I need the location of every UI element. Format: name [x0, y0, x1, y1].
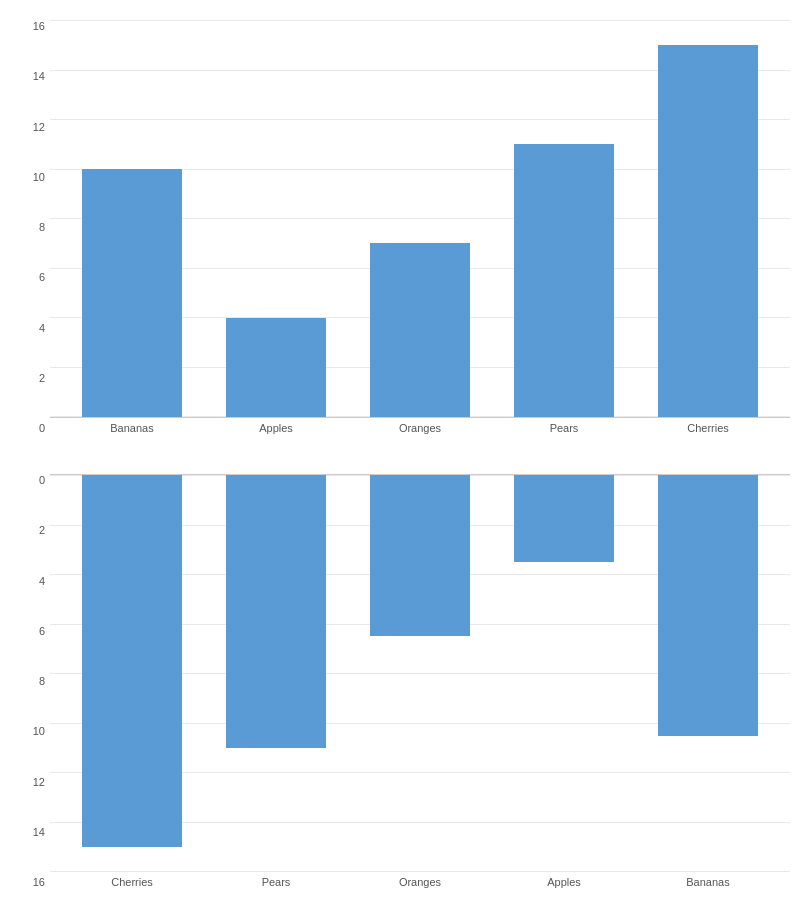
chart2-wrapper: 0 2 4 6 8 10 12 14 16 CherriesPearsOrangesApples… [20, 464, 790, 898]
bar [370, 475, 471, 636]
bar-col [636, 20, 780, 417]
y-axis-label: 2 [39, 524, 45, 536]
x-label: Oranges [348, 876, 492, 888]
chart1-bars-row [50, 20, 790, 417]
chart2-plot [50, 474, 790, 872]
chart2-bars-grid: CherriesPearsOrangesApplesBananas [50, 474, 790, 888]
x-label: Cherries [60, 876, 204, 888]
y-axis-label: 10 [33, 725, 45, 737]
y-axis-label: 14 [33, 70, 45, 82]
y-axis-label: 8 [39, 221, 45, 233]
charts-container: 1614121086420 BananasApplesOrangesPearsC… [0, 0, 810, 908]
y-axis-label: 12 [33, 121, 45, 133]
bar [226, 318, 327, 417]
bar-col [636, 475, 780, 872]
y-axis-label: 16 [33, 876, 45, 888]
bar [82, 475, 183, 847]
x-label: Cherries [636, 422, 780, 434]
bar-col [204, 475, 348, 872]
bar-col [348, 475, 492, 872]
bar [514, 144, 615, 417]
chart1-wrapper: 16 14 12 10 8 6 4 2 0 BananasApplesOrangesPearsC… [20, 10, 790, 444]
y-axis-label: 4 [39, 322, 45, 334]
bar [658, 475, 759, 736]
x-label: Bananas [636, 876, 780, 888]
chart-divider [20, 444, 790, 464]
x-label: Pears [204, 876, 348, 888]
bar [370, 243, 471, 417]
y-axis-label: 8 [39, 675, 45, 687]
bar [514, 475, 615, 562]
bar-col [60, 475, 204, 872]
chart1-area: 16 14 12 10 8 6 4 2 0 BananasApplesOrangesPearsC… [20, 20, 790, 434]
y-axis-label: 2 [39, 372, 45, 384]
x-label: Apples [492, 876, 636, 888]
x-label: Pears [492, 422, 636, 434]
y-axis-label: 4 [39, 575, 45, 587]
y-axis-label: 14 [33, 826, 45, 838]
chart2-y-axis: 0 2 4 6 8 10 12 14 16 [20, 474, 50, 888]
bar [226, 475, 327, 748]
y-axis-label: 0 [39, 422, 45, 434]
chart1-plot [50, 20, 790, 418]
chart2-x-labels: CherriesPearsOrangesApplesBananas [50, 876, 790, 888]
bar-col [204, 20, 348, 417]
y-axis-label: 6 [39, 271, 45, 283]
bar [82, 169, 183, 417]
chart2-bars-row [50, 475, 790, 872]
y-axis-label: 6 [39, 625, 45, 637]
bar-col [60, 20, 204, 417]
y-axis-label: 16 [33, 20, 45, 32]
y-axis-label: 10 [33, 171, 45, 183]
chart1-bars-grid: BananasApplesOrangesPearsCherries [50, 20, 790, 434]
x-label: Bananas [60, 422, 204, 434]
bar-col [492, 20, 636, 417]
chart1-x-labels: BananasApplesOrangesPearsCherries [50, 422, 790, 434]
y-axis-label: 0 [39, 474, 45, 486]
x-label: Oranges [348, 422, 492, 434]
x-label: Apples [204, 422, 348, 434]
chart1-y-axis: 16 14 12 10 8 6 4 2 0 [20, 20, 50, 434]
bar-col [492, 475, 636, 872]
bar-col [348, 20, 492, 417]
bar [658, 45, 759, 417]
chart2-area: 0 2 4 6 8 10 12 14 16 CherriesPearsOrangesApples… [20, 474, 790, 888]
y-axis-label: 12 [33, 776, 45, 788]
